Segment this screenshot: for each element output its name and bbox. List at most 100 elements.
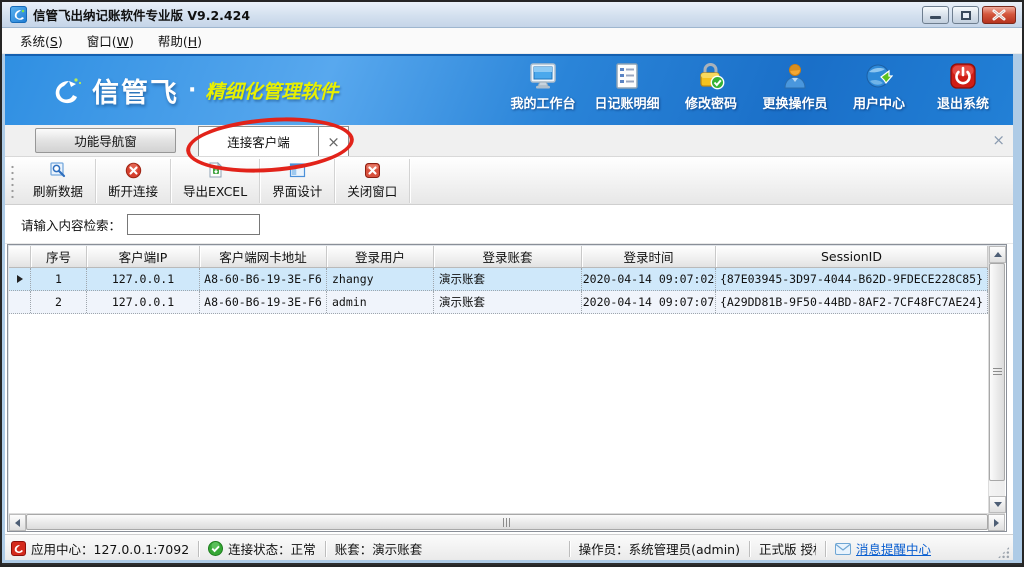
tab-connected-clients-label: 连接客户端: [227, 132, 290, 151]
refresh-data-button[interactable]: 刷新数据: [21, 159, 95, 203]
scroll-left-button[interactable]: [9, 514, 26, 531]
action-my-workbench[interactable]: 我的工作台: [501, 62, 585, 112]
status-separator: [749, 541, 750, 557]
vertical-scroll-thumb[interactable]: [989, 263, 1005, 481]
export-excel-button[interactable]: 导出EXCEL: [171, 159, 259, 203]
menu-window[interactable]: 窗口(W): [77, 28, 144, 53]
ui-design-label: 界面设计: [272, 181, 322, 200]
message-center-link[interactable]: 消息提醒中心: [856, 539, 931, 558]
cell-seq: 1: [31, 268, 87, 290]
col-header-mac[interactable]: 客户端网卡地址: [200, 246, 327, 267]
scroll-up-button[interactable]: [989, 246, 1006, 263]
status-separator: [325, 541, 326, 557]
window-frame: 信管飞 · 精细化管理软件 我的工作台: [2, 54, 1022, 563]
menu-window-label: 窗口(: [87, 34, 117, 49]
status-license: 正式版 授权: [759, 539, 816, 558]
titlebar: 信管飞出纳记账软件专业版 V9.2.424: [2, 2, 1022, 28]
current-row-indicator-icon: [17, 275, 23, 283]
vertical-scrollbar[interactable]: [988, 246, 1005, 513]
cell-mac: A8-60-B6-19-3E-F6: [200, 268, 327, 290]
refresh-data-label: 刷新数据: [33, 181, 83, 200]
status-license-text: 正式版 授权: [759, 539, 816, 558]
scroll-right-button[interactable]: [988, 514, 1005, 531]
tabstrip: 功能导航窗 连接客户端 × ×: [5, 125, 1013, 157]
brand-logo: 信管飞 · 精细化管理软件: [49, 71, 338, 110]
app-logo-icon: [10, 6, 27, 23]
close-window-button[interactable]: 关闭窗口: [335, 159, 409, 203]
tab-nav-window[interactable]: 功能导航窗: [35, 128, 176, 153]
search-label: 请输入内容检索：: [21, 215, 121, 234]
user-center-globe-icon: [865, 62, 893, 90]
journal-list-icon: [613, 62, 641, 90]
ui-design-button[interactable]: 界面设计: [260, 159, 334, 203]
close-window-label: 关闭窗口: [347, 181, 397, 200]
row-indicator-header[interactable]: [9, 246, 31, 267]
search-input[interactable]: [127, 214, 260, 235]
action-user-center[interactable]: 用户中心: [837, 62, 921, 112]
cell-login-time: 2020-04-14 09:07:02: [582, 268, 716, 290]
minimize-icon: [930, 16, 941, 19]
ui-design-icon: [289, 162, 306, 179]
resize-grip[interactable]: [997, 546, 1010, 559]
menubar: 系统(S) 窗口(W) 帮助(H): [2, 28, 1022, 54]
status-account-text: 账套：演示账套: [335, 539, 423, 558]
action-journal-detail[interactable]: 日记账明细: [585, 62, 669, 112]
cell-seq: 2: [31, 291, 87, 313]
refresh-data-icon: [50, 162, 67, 179]
connection-ok-icon: [208, 541, 223, 556]
status-message-center[interactable]: 消息提醒中心: [835, 539, 931, 558]
cell-login-user: admin: [327, 291, 434, 313]
action-label: 我的工作台: [510, 93, 575, 112]
restore-button[interactable]: [952, 6, 979, 24]
menu-help-label: 帮助(: [158, 34, 188, 49]
change-operator-icon: [781, 62, 809, 90]
menu-system[interactable]: 系统(S): [10, 28, 73, 53]
scroll-down-button[interactable]: [989, 496, 1006, 513]
search-row: 请输入内容检索：: [5, 205, 1013, 244]
window-controls: [922, 6, 1016, 24]
cell-account-set: 演示账套: [434, 291, 582, 313]
brand-name: 信管飞: [92, 71, 179, 110]
col-header-login-time[interactable]: 登录时间: [582, 246, 716, 267]
statusbar: 应用中心：127.0.0.1:7092 连接状态：正常 账套：演示账套 操作员：…: [5, 534, 1013, 560]
status-app-center: 应用中心：127.0.0.1:7092: [11, 539, 189, 558]
menu-system-hotkey: S: [50, 34, 58, 49]
col-header-session-id[interactable]: SessionID: [716, 246, 988, 267]
brand-separator: ·: [188, 78, 196, 103]
arrow-left-icon: [15, 519, 20, 527]
toolbar-grip-handle[interactable]: [10, 164, 15, 198]
col-header-seq[interactable]: 序号: [31, 246, 87, 267]
close-icon: [983, 7, 1015, 23]
tab-close-button[interactable]: ×: [319, 126, 349, 156]
col-header-login-user[interactable]: 登录用户: [327, 246, 434, 267]
menu-help-suffix: ): [197, 34, 202, 49]
minimize-button[interactable]: [922, 6, 949, 24]
close-button[interactable]: [982, 6, 1016, 24]
menu-help[interactable]: 帮助(H): [148, 28, 212, 53]
col-header-client-ip[interactable]: 客户端IP: [87, 246, 200, 267]
action-label: 用户中心: [853, 93, 905, 112]
action-exit-system[interactable]: 退出系统: [921, 62, 1005, 112]
clients-table-panel: 序号 客户端IP 客户端网卡地址 登录用户 登录账套 登录时间 SessionI…: [7, 244, 1007, 532]
export-excel-label: 导出EXCEL: [183, 181, 247, 200]
cell-mac: A8-60-B6-19-3E-F6: [200, 291, 327, 313]
tabstrip-close-button[interactable]: ×: [992, 131, 1005, 149]
table-row[interactable]: 2 127.0.0.1 A8-60-B6-19-3E-F6 admin 演示账套…: [9, 291, 988, 314]
tab-connected-clients[interactable]: 连接客户端: [198, 126, 319, 156]
disconnect-button[interactable]: 断开连接: [96, 159, 170, 203]
horizontal-scrollbar[interactable]: [9, 513, 1005, 530]
status-separator: [569, 541, 570, 557]
banner: 信管飞 · 精细化管理软件 我的工作台: [5, 54, 1013, 125]
tab-close-icon: ×: [327, 133, 340, 151]
table-row[interactable]: 1 127.0.0.1 A8-60-B6-19-3E-F6 zhangy 演示账…: [9, 268, 988, 291]
action-label: 修改密码: [685, 93, 737, 112]
status-connection-text: 连接状态：正常: [228, 539, 316, 558]
status-account-set: 账套：演示账套: [335, 539, 423, 558]
action-change-operator[interactable]: 更换操作员: [753, 62, 837, 112]
action-change-password[interactable]: 修改密码: [669, 62, 753, 112]
cell-client-ip: 127.0.0.1: [87, 268, 200, 290]
row-indicator-cell: [9, 268, 31, 290]
col-header-account-set[interactable]: 登录账套: [434, 246, 582, 267]
action-label: 日记账明细: [594, 93, 659, 112]
horizontal-scroll-thumb[interactable]: [26, 514, 988, 530]
